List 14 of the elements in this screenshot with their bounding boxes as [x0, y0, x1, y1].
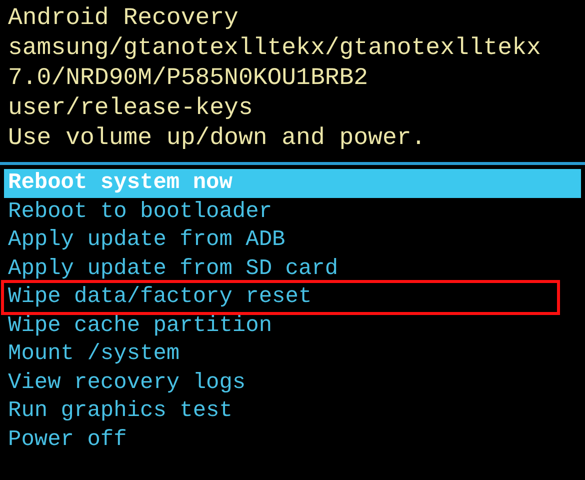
menu-item[interactable]: Wipe cache partition	[4, 312, 581, 340]
menu-item[interactable]: Apply update from ADB	[4, 226, 581, 254]
header-text: 7.0/NRD90M/P585N0KOU1BRB2	[8, 64, 368, 94]
menu-item[interactable]: Power off	[4, 426, 581, 454]
menu-item[interactable]: View recovery logs	[4, 368, 581, 397]
menu-item[interactable]: Mount /system	[4, 340, 581, 368]
header-text: Use volume up/down and power.	[8, 124, 426, 154]
menu-item[interactable]: Wipe data/factory reset	[4, 283, 557, 312]
header-text: samsung/gtanotexlltekx/gtanotexlltekx	[8, 34, 541, 64]
menu-item[interactable]: Apply update from SD card	[4, 254, 581, 283]
menu-item[interactable]: Reboot to bootloader	[4, 198, 581, 226]
menu-item[interactable]: Run graphics test	[4, 397, 581, 426]
header-text: user/release-keys	[8, 94, 253, 124]
header-text: Android Recovery	[8, 4, 238, 34]
